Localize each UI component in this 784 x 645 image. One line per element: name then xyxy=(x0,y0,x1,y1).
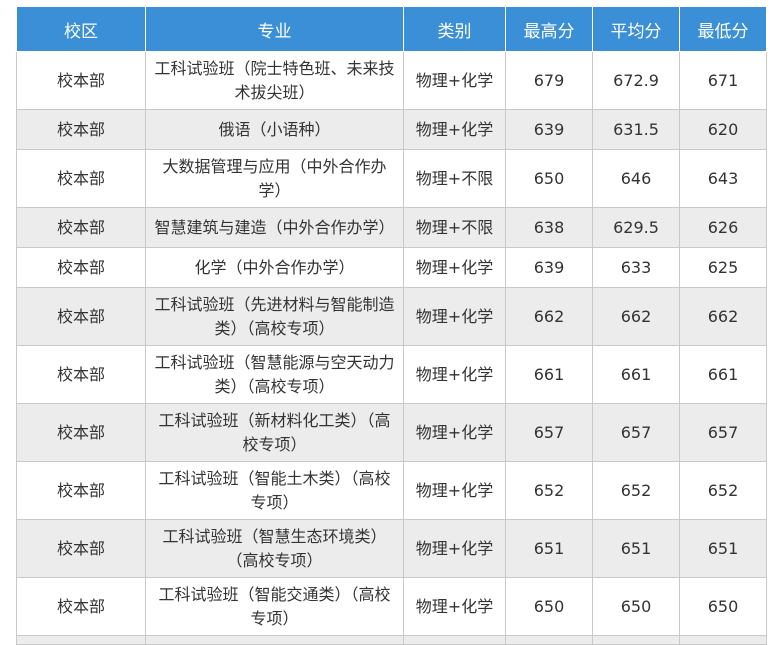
table-row: 校本部 工科试验班（智慧能源与空天动力类）（高校专项） 物理+化学 661 66… xyxy=(16,345,767,404)
table-row: 校本部 大数据管理与应用（中外合作办学） 物理+不限 650 646 643 xyxy=(16,149,767,208)
cell-min-score: 620 xyxy=(679,109,767,150)
header-avg-score: 平均分 xyxy=(592,6,680,52)
cell-min-score: 657 xyxy=(679,403,767,462)
cell-min-score: 625 xyxy=(679,247,767,288)
cell-min-score: 650 xyxy=(679,577,767,636)
table-row: 校本部 工科试验班（院士特色班、未来技术拔尖班） 物理+化学 679 672.9… xyxy=(16,51,767,110)
cell-campus: 校本部 xyxy=(16,109,146,150)
cell-min-score: 652 xyxy=(679,461,767,520)
cell-min-score: 661 xyxy=(679,345,767,404)
cell-min-score: 662 xyxy=(679,287,767,346)
cell-max-score: 652 xyxy=(505,461,593,520)
cell-avg-score: 662 xyxy=(592,287,680,346)
cell-min-score: 671 xyxy=(679,51,767,110)
cell-max-score: 657 xyxy=(505,403,593,462)
cell-major: 工科试验班（先进材料与智能制造类）（高校专项） xyxy=(145,287,404,346)
cell-campus: 校本部 xyxy=(16,577,146,636)
table-row: 校本部 工科试验班（智能土木类）（高校专项） 物理+化学 652 652 652 xyxy=(16,461,767,520)
cell-min-score: 626 xyxy=(679,207,767,248)
cell-campus: 校本部 xyxy=(16,403,146,462)
cell-avg-score: 657 xyxy=(592,403,680,462)
cell-category: 物理+化学 xyxy=(403,247,506,288)
cell-max-score: 661 xyxy=(505,345,593,404)
cell-campus: 校本部 xyxy=(16,149,146,208)
cell-max-score: 662 xyxy=(505,287,593,346)
cell-category: 物理+化学 xyxy=(403,403,506,462)
admission-score-table-container: 校区 专业 类别 最高分 平均分 最低分 校本部 工科试验班（院士特色班、未来技… xyxy=(16,6,767,645)
cell-major: 智慧建筑与建造（中外合作办学） xyxy=(145,207,404,248)
cell-campus: 校本部 xyxy=(16,247,146,288)
cell-avg-score: 661 xyxy=(592,345,680,404)
cell-avg-score: 629.5 xyxy=(592,207,680,248)
cell-max-score: 639 xyxy=(505,109,593,150)
cell-min-score: 643 xyxy=(679,149,767,208)
table-row: 校本部 智慧建筑与建造（中外合作办学） 物理+不限 638 629.5 626 xyxy=(16,207,767,248)
admission-score-table: 校区 专业 类别 最高分 平均分 最低分 校本部 工科试验班（院士特色班、未来技… xyxy=(16,6,767,645)
table-row: 校本部 工科试验班（先进材料与智能制造类）（高校专项） 物理+化学 662 66… xyxy=(16,287,767,346)
cell-category: 物理+化学 xyxy=(403,519,506,578)
cell-avg-score: 650 xyxy=(592,577,680,636)
cell-major: 大数据管理与应用（中外合作办学） xyxy=(145,149,404,208)
cell-campus: 校本部 xyxy=(16,461,146,520)
table-row: 校本部 工科试验班（新材料化工类）（高校专项） 物理+化学 657 657 65… xyxy=(16,403,767,462)
cell-campus: 校本部 xyxy=(16,287,146,346)
cell-avg-score: 646 xyxy=(592,149,680,208)
cell-min-score: 651 xyxy=(679,519,767,578)
cell-major: 俄语（小语种） xyxy=(145,109,404,150)
cell-max-score: 679 xyxy=(505,51,593,110)
cell-major: 工科试验班（智慧生态环境类）（高校专项） xyxy=(145,519,404,578)
table-row: 校本部 俄语（小语种） 物理+化学 639 631.5 620 xyxy=(16,109,767,150)
cell-category: 物理+化学 xyxy=(403,577,506,636)
header-category: 类别 xyxy=(403,6,506,52)
cell-major: 工科试验班（新材料化工类）（高校专项） xyxy=(145,403,404,462)
table-row: 校本部 化学（中外合作办学） 物理+化学 639 633 625 xyxy=(16,247,767,288)
cell-campus: 校本部 xyxy=(16,519,146,578)
cell-avg-score: 651 xyxy=(592,519,680,578)
cell-avg-score: 672.9 xyxy=(592,51,680,110)
header-max-score: 最高分 xyxy=(505,6,593,52)
table-row: 校本部 工科试验班（智慧生态环境类）（高校专项） 物理+化学 651 651 6… xyxy=(16,519,767,578)
table-row: 校本部 工科试验班（智能交通类）（高校专项） 物理+化学 650 650 650 xyxy=(16,577,767,636)
cell-category: 物理+化学 xyxy=(403,51,506,110)
cell-campus: 校本部 xyxy=(16,345,146,404)
cell-max-score: 639 xyxy=(505,247,593,288)
cell-category: 物理+化学 xyxy=(403,345,506,404)
cell-avg-score: 633 xyxy=(592,247,680,288)
header-campus: 校区 xyxy=(16,6,146,52)
cell-campus: 校本部 xyxy=(16,207,146,248)
table-header-row: 校区 专业 类别 最高分 平均分 最低分 xyxy=(16,6,767,52)
cell-avg-score: 631.5 xyxy=(592,109,680,150)
cell-campus: 校本部 xyxy=(16,51,146,110)
cell-category: 物理+化学 xyxy=(403,287,506,346)
cell-category: 物理+化学 xyxy=(403,461,506,520)
cell-category: 物理+不限 xyxy=(403,207,506,248)
cell-major: 工科试验班（智能土木类）（高校专项） xyxy=(145,461,404,520)
cell-max-score: 651 xyxy=(505,519,593,578)
table-row-cut-off xyxy=(16,635,767,645)
header-major: 专业 xyxy=(145,6,404,52)
cell-major: 化学（中外合作办学） xyxy=(145,247,404,288)
cell-max-score: 650 xyxy=(505,149,593,208)
cell-category: 物理+不限 xyxy=(403,149,506,208)
cell-major: 工科试验班（院士特色班、未来技术拔尖班） xyxy=(145,51,404,110)
header-min-score: 最低分 xyxy=(679,6,767,52)
cell-major: 工科试验班（智能交通类）（高校专项） xyxy=(145,577,404,636)
cell-max-score: 638 xyxy=(505,207,593,248)
cell-major: 工科试验班（智慧能源与空天动力类）（高校专项） xyxy=(145,345,404,404)
cell-max-score: 650 xyxy=(505,577,593,636)
cell-avg-score: 652 xyxy=(592,461,680,520)
cell-category: 物理+化学 xyxy=(403,109,506,150)
